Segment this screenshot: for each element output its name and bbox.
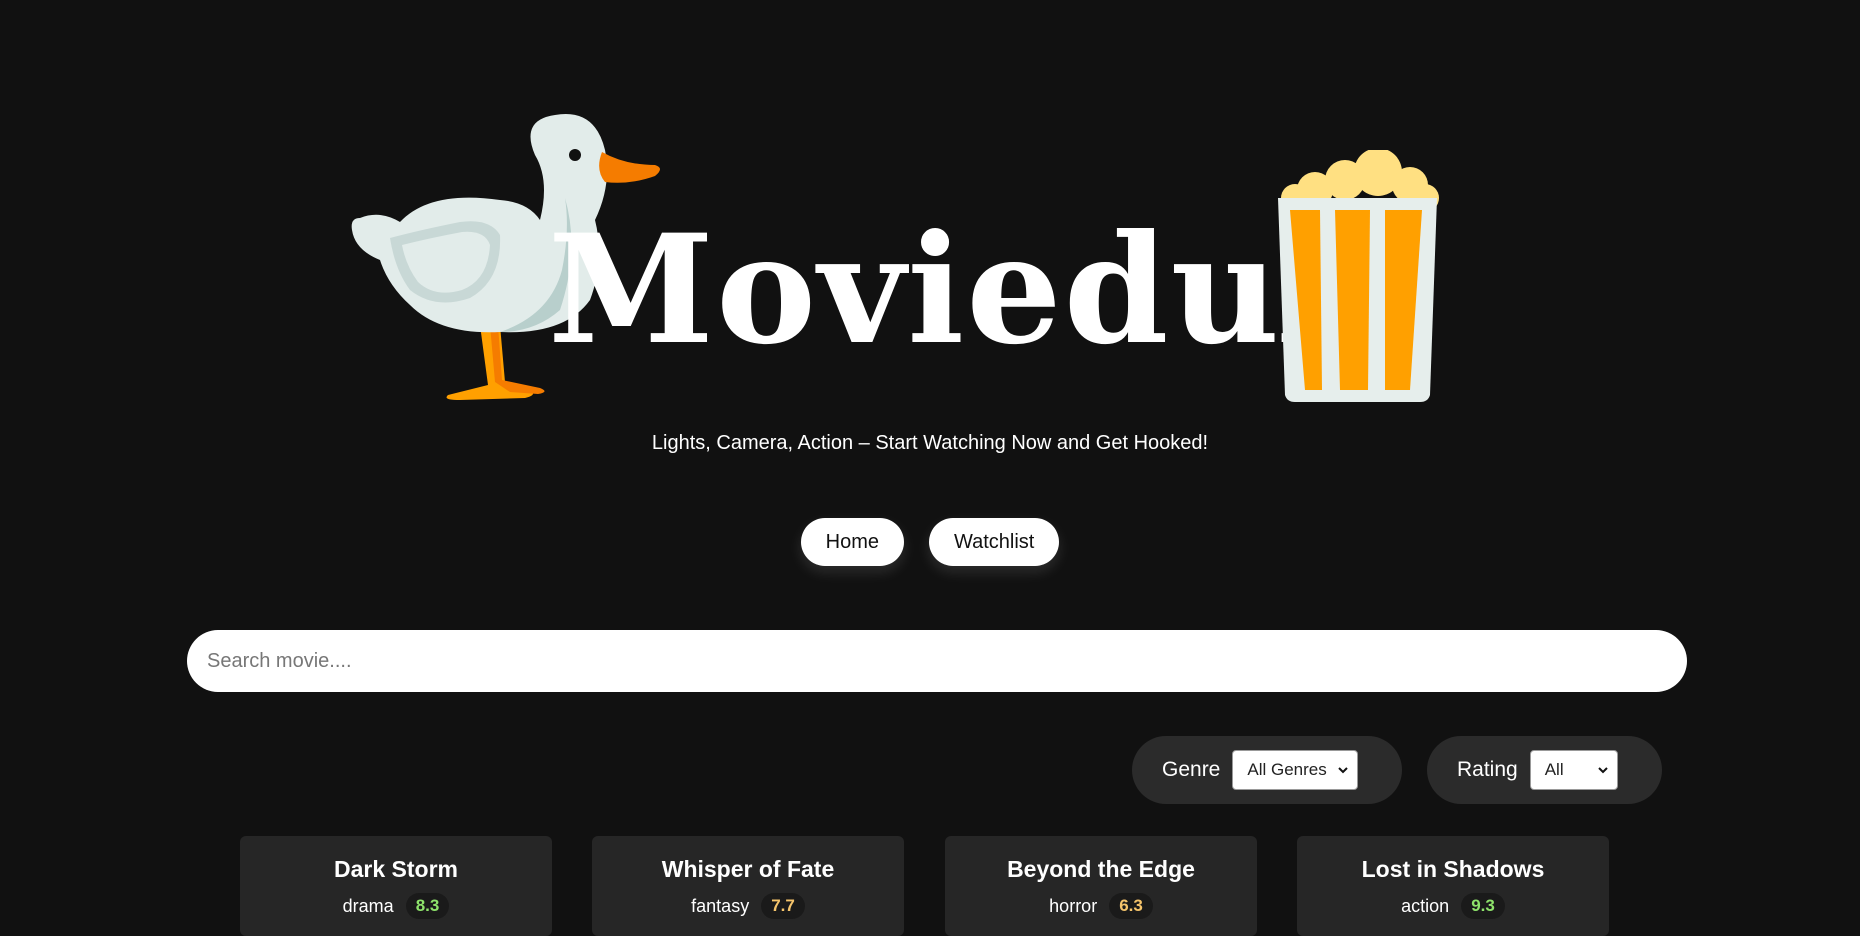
movie-genre: action bbox=[1401, 895, 1450, 916]
brand-title: Moviedux bbox=[548, 202, 1374, 378]
main-nav: Home Watchlist bbox=[0, 518, 1860, 566]
rating-select[interactable]: All bbox=[1529, 750, 1618, 790]
chevron-down-icon bbox=[1597, 767, 1608, 774]
movie-rating: 9.3 bbox=[1461, 893, 1505, 919]
genre-select[interactable]: All Genres bbox=[1232, 750, 1359, 790]
watchlist-button[interactable]: Watchlist bbox=[928, 518, 1060, 566]
hero-header: Moviedux Lights, Camera, Action – Start … bbox=[0, 0, 1860, 454]
home-button[interactable]: Home bbox=[800, 518, 904, 566]
movie-genre: horror bbox=[1049, 895, 1098, 916]
movie-card[interactable]: Dark Storm drama 8.3 bbox=[240, 836, 552, 936]
movie-title: Dark Storm bbox=[334, 856, 458, 882]
movie-card[interactable]: Beyond the Edge horror 6.3 bbox=[945, 836, 1257, 936]
chevron-down-icon bbox=[1338, 767, 1349, 774]
rating-filter: Rating All bbox=[1427, 736, 1662, 804]
movie-rating: 8.3 bbox=[405, 893, 450, 919]
movie-genre: fantasy bbox=[691, 895, 750, 916]
search-bar bbox=[187, 630, 1687, 692]
movie-rating: 7.7 bbox=[761, 893, 805, 919]
search-input[interactable] bbox=[187, 630, 1687, 692]
genre-filter: Genre All Genres bbox=[1132, 736, 1402, 804]
genre-select-value: All Genres bbox=[1247, 760, 1327, 779]
movie-title: Beyond the Edge bbox=[1007, 856, 1195, 882]
movie-rating: 6.3 bbox=[1109, 893, 1153, 919]
movie-genre: drama bbox=[342, 895, 394, 916]
genre-filter-label: Genre bbox=[1162, 758, 1221, 781]
movie-card[interactable]: Lost in Shadows action 9.3 bbox=[1297, 836, 1609, 936]
rating-filter-label: Rating bbox=[1457, 758, 1518, 781]
tagline: Lights, Camera, Action – Start Watching … bbox=[651, 432, 1209, 454]
movie-title: Lost in Shadows bbox=[1361, 856, 1545, 882]
popcorn-icon bbox=[1278, 150, 1439, 402]
rating-select-value: All bbox=[1544, 760, 1564, 779]
movie-card[interactable]: Whisper of Fate fantasy 7.7 bbox=[592, 836, 904, 936]
movie-title: Whisper of Fate bbox=[661, 856, 835, 882]
